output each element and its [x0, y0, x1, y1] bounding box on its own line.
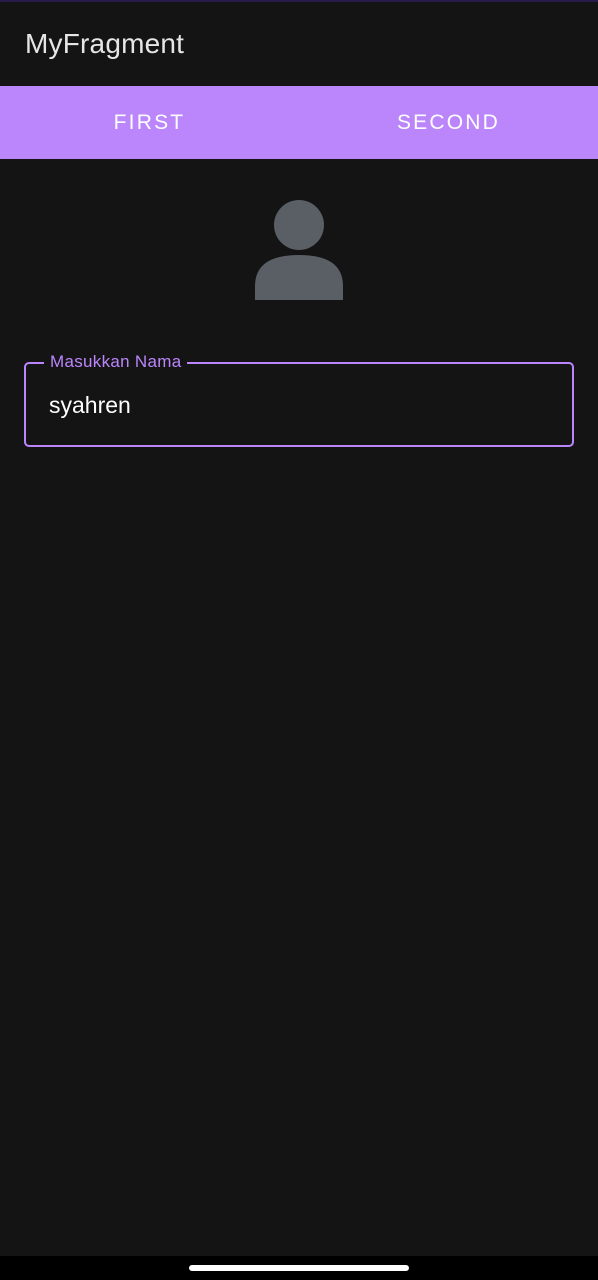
app-title: MyFragment [25, 28, 185, 59]
name-field[interactable]: Masukkan Nama [24, 352, 574, 447]
home-indicator[interactable] [189, 1265, 409, 1271]
tab-second[interactable]: SECOND [299, 86, 598, 159]
fragment-content: Masukkan Nama [0, 159, 598, 1256]
name-field-label: Masukkan Nama [44, 352, 188, 372]
navigation-bar [0, 1256, 598, 1280]
tab-bar: FIRST SECOND [0, 86, 598, 159]
name-input[interactable] [49, 387, 549, 423]
tab-first[interactable]: FIRST [0, 86, 299, 159]
app-bar: MyFragment [0, 2, 598, 86]
person-icon [255, 200, 343, 300]
